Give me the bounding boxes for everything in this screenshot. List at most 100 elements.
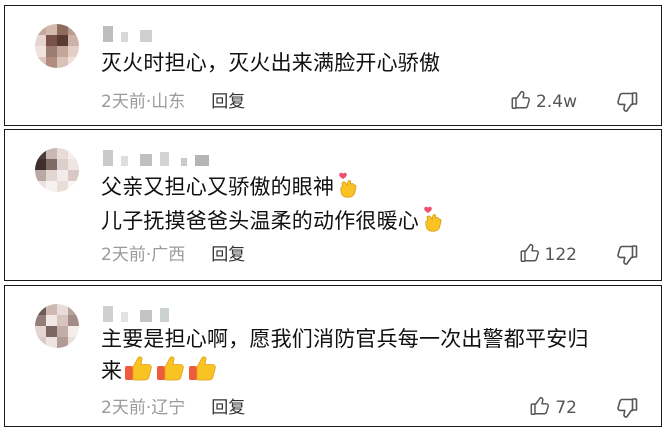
reply-button[interactable]: 回复 — [211, 244, 245, 266]
username-pixel — [103, 150, 113, 166]
avatar-pixel — [68, 181, 79, 192]
avatar-pixel — [57, 326, 68, 337]
comment-text: 主要是担心啊，愿我们消防官兵每一次出警都平安归来 — [101, 324, 645, 390]
avatar-pixel — [35, 326, 46, 337]
time-label: 2天前 — [101, 398, 146, 418]
avatar-pixel — [46, 24, 57, 35]
comment-line: 主要是担心啊，愿我们消防官兵每一次出警都平安归 — [101, 324, 645, 354]
avatar-pixel — [68, 57, 79, 68]
reply-button[interactable]: 回复 — [211, 397, 245, 419]
avatar-pixel — [46, 159, 57, 170]
avatar-pixel — [46, 326, 57, 337]
comment-meta: 2天前 · 辽宁 回复 — [101, 397, 245, 419]
comment-line-text: 主要是担心啊，愿我们消防官兵每一次出警都平安归 — [101, 327, 589, 351]
avatar-pixel — [57, 57, 68, 68]
comment-line-text: 灭火时担心，灭火出来满脸开心骄傲 — [101, 51, 441, 75]
avatar-pixel — [57, 315, 68, 326]
avatar-pixel — [46, 46, 57, 57]
avatar[interactable] — [35, 304, 79, 348]
dislike-button[interactable] — [615, 396, 639, 420]
avatar-pixel — [46, 304, 57, 315]
avatar-pixel — [35, 24, 46, 35]
finger-heart-emoji-icon — [421, 206, 443, 240]
avatar-pixel — [68, 304, 79, 315]
like-button[interactable]: 122 — [519, 243, 577, 266]
avatar-pixel — [35, 304, 46, 315]
username-pixel — [160, 308, 169, 322]
username[interactable] — [103, 306, 169, 322]
avatar-pixel — [57, 148, 68, 159]
avatar-pixel — [57, 337, 68, 348]
username-pixel — [103, 26, 113, 42]
username-pixel — [103, 306, 113, 322]
thumbs-up-emoji-icon — [188, 354, 218, 390]
thumbs-down-outline-icon — [615, 398, 639, 424]
avatar-pixel — [68, 170, 79, 181]
comment-line: 儿子抚摸爸爸头温柔的动作很暖心 — [101, 206, 645, 240]
avatar-pixel — [46, 181, 57, 192]
avatar-pixel — [46, 170, 57, 181]
avatar[interactable] — [35, 24, 79, 68]
comment-line: 灭火时担心，灭火出来满脸开心骄傲 — [101, 48, 645, 78]
location-label: 广西 — [151, 245, 186, 265]
avatar-pixel — [46, 57, 57, 68]
thumbs-down-outline-icon — [615, 92, 639, 118]
like-button[interactable]: 2.4w — [510, 89, 577, 116]
avatar-pixel — [57, 35, 68, 46]
comment-text: 灭火时担心，灭火出来满脸开心骄傲 — [101, 48, 645, 78]
avatar-pixel — [35, 181, 46, 192]
avatar-pixel — [57, 24, 68, 35]
avatar-pixel — [68, 35, 79, 46]
like-count: 122 — [544, 245, 577, 265]
avatar-pixel — [68, 326, 79, 337]
comment-line-text: 来 — [101, 359, 123, 383]
username-pixel — [121, 156, 128, 166]
avatar-pixel — [35, 337, 46, 348]
avatar-pixel — [57, 159, 68, 170]
avatar-pixel — [57, 170, 68, 181]
avatar-pixel — [35, 315, 46, 326]
thumbs-up-emoji-icon — [156, 354, 186, 390]
comment-card: 主要是担心啊，愿我们消防官兵每一次出警都平安归来 2天前 · 辽宁 回复 72 — [4, 285, 662, 427]
avatar-pixel — [57, 181, 68, 192]
comment-line-text: 儿子抚摸爸爸头温柔的动作很暖心 — [101, 209, 419, 233]
avatar-pixel — [35, 57, 46, 68]
time-label: 2天前 — [101, 92, 146, 112]
comment-meta: 2天前 · 山东 回复 — [101, 91, 245, 113]
comment-text: 父亲又担心又骄傲的眼神儿子抚摸爸爸头温柔的动作很暖心 — [101, 172, 645, 240]
dislike-button[interactable] — [615, 243, 639, 267]
dislike-button[interactable] — [615, 90, 639, 114]
location-label: 山东 — [151, 92, 186, 112]
location-label: 辽宁 — [151, 398, 186, 418]
comment-meta: 2天前 · 广西 回复 — [101, 244, 245, 266]
like-count: 72 — [555, 398, 577, 418]
avatar-pixel — [57, 304, 68, 315]
username-pixel — [195, 155, 209, 166]
username-pixel — [181, 158, 187, 166]
reply-button[interactable]: 回复 — [211, 91, 245, 113]
avatar-pixel — [68, 315, 79, 326]
username-pixel — [140, 310, 152, 322]
avatar[interactable] — [35, 148, 79, 192]
username-pixel — [160, 152, 169, 166]
avatar-pixel — [35, 148, 46, 159]
comment-line: 来 — [101, 354, 645, 390]
avatar-pixel — [68, 337, 79, 348]
avatar-pixel — [57, 46, 68, 57]
comment-card: 父亲又担心又骄傲的眼神儿子抚摸爸爸头温柔的动作很暖心 2天前 · 广西 回复 1… — [4, 129, 662, 281]
username[interactable] — [103, 26, 152, 42]
avatar-pixel — [46, 148, 57, 159]
comment-card: 灭火时担心，灭火出来满脸开心骄傲 2天前 · 山东 回复 2.4w — [4, 5, 662, 126]
username-pixel — [121, 312, 128, 322]
username-pixel — [121, 32, 128, 42]
like-button[interactable]: 72 — [529, 396, 577, 419]
time-label: 2天前 — [101, 245, 146, 265]
avatar-pixel — [68, 24, 79, 35]
avatar-pixel — [35, 159, 46, 170]
comment-line-text: 父亲又担心又骄傲的眼神 — [101, 175, 335, 199]
avatar-pixel — [35, 170, 46, 181]
username[interactable] — [103, 150, 209, 166]
like-count: 2.4w — [536, 92, 577, 112]
avatar-pixel — [68, 46, 79, 57]
thumbs-up-outline-icon — [510, 89, 532, 116]
